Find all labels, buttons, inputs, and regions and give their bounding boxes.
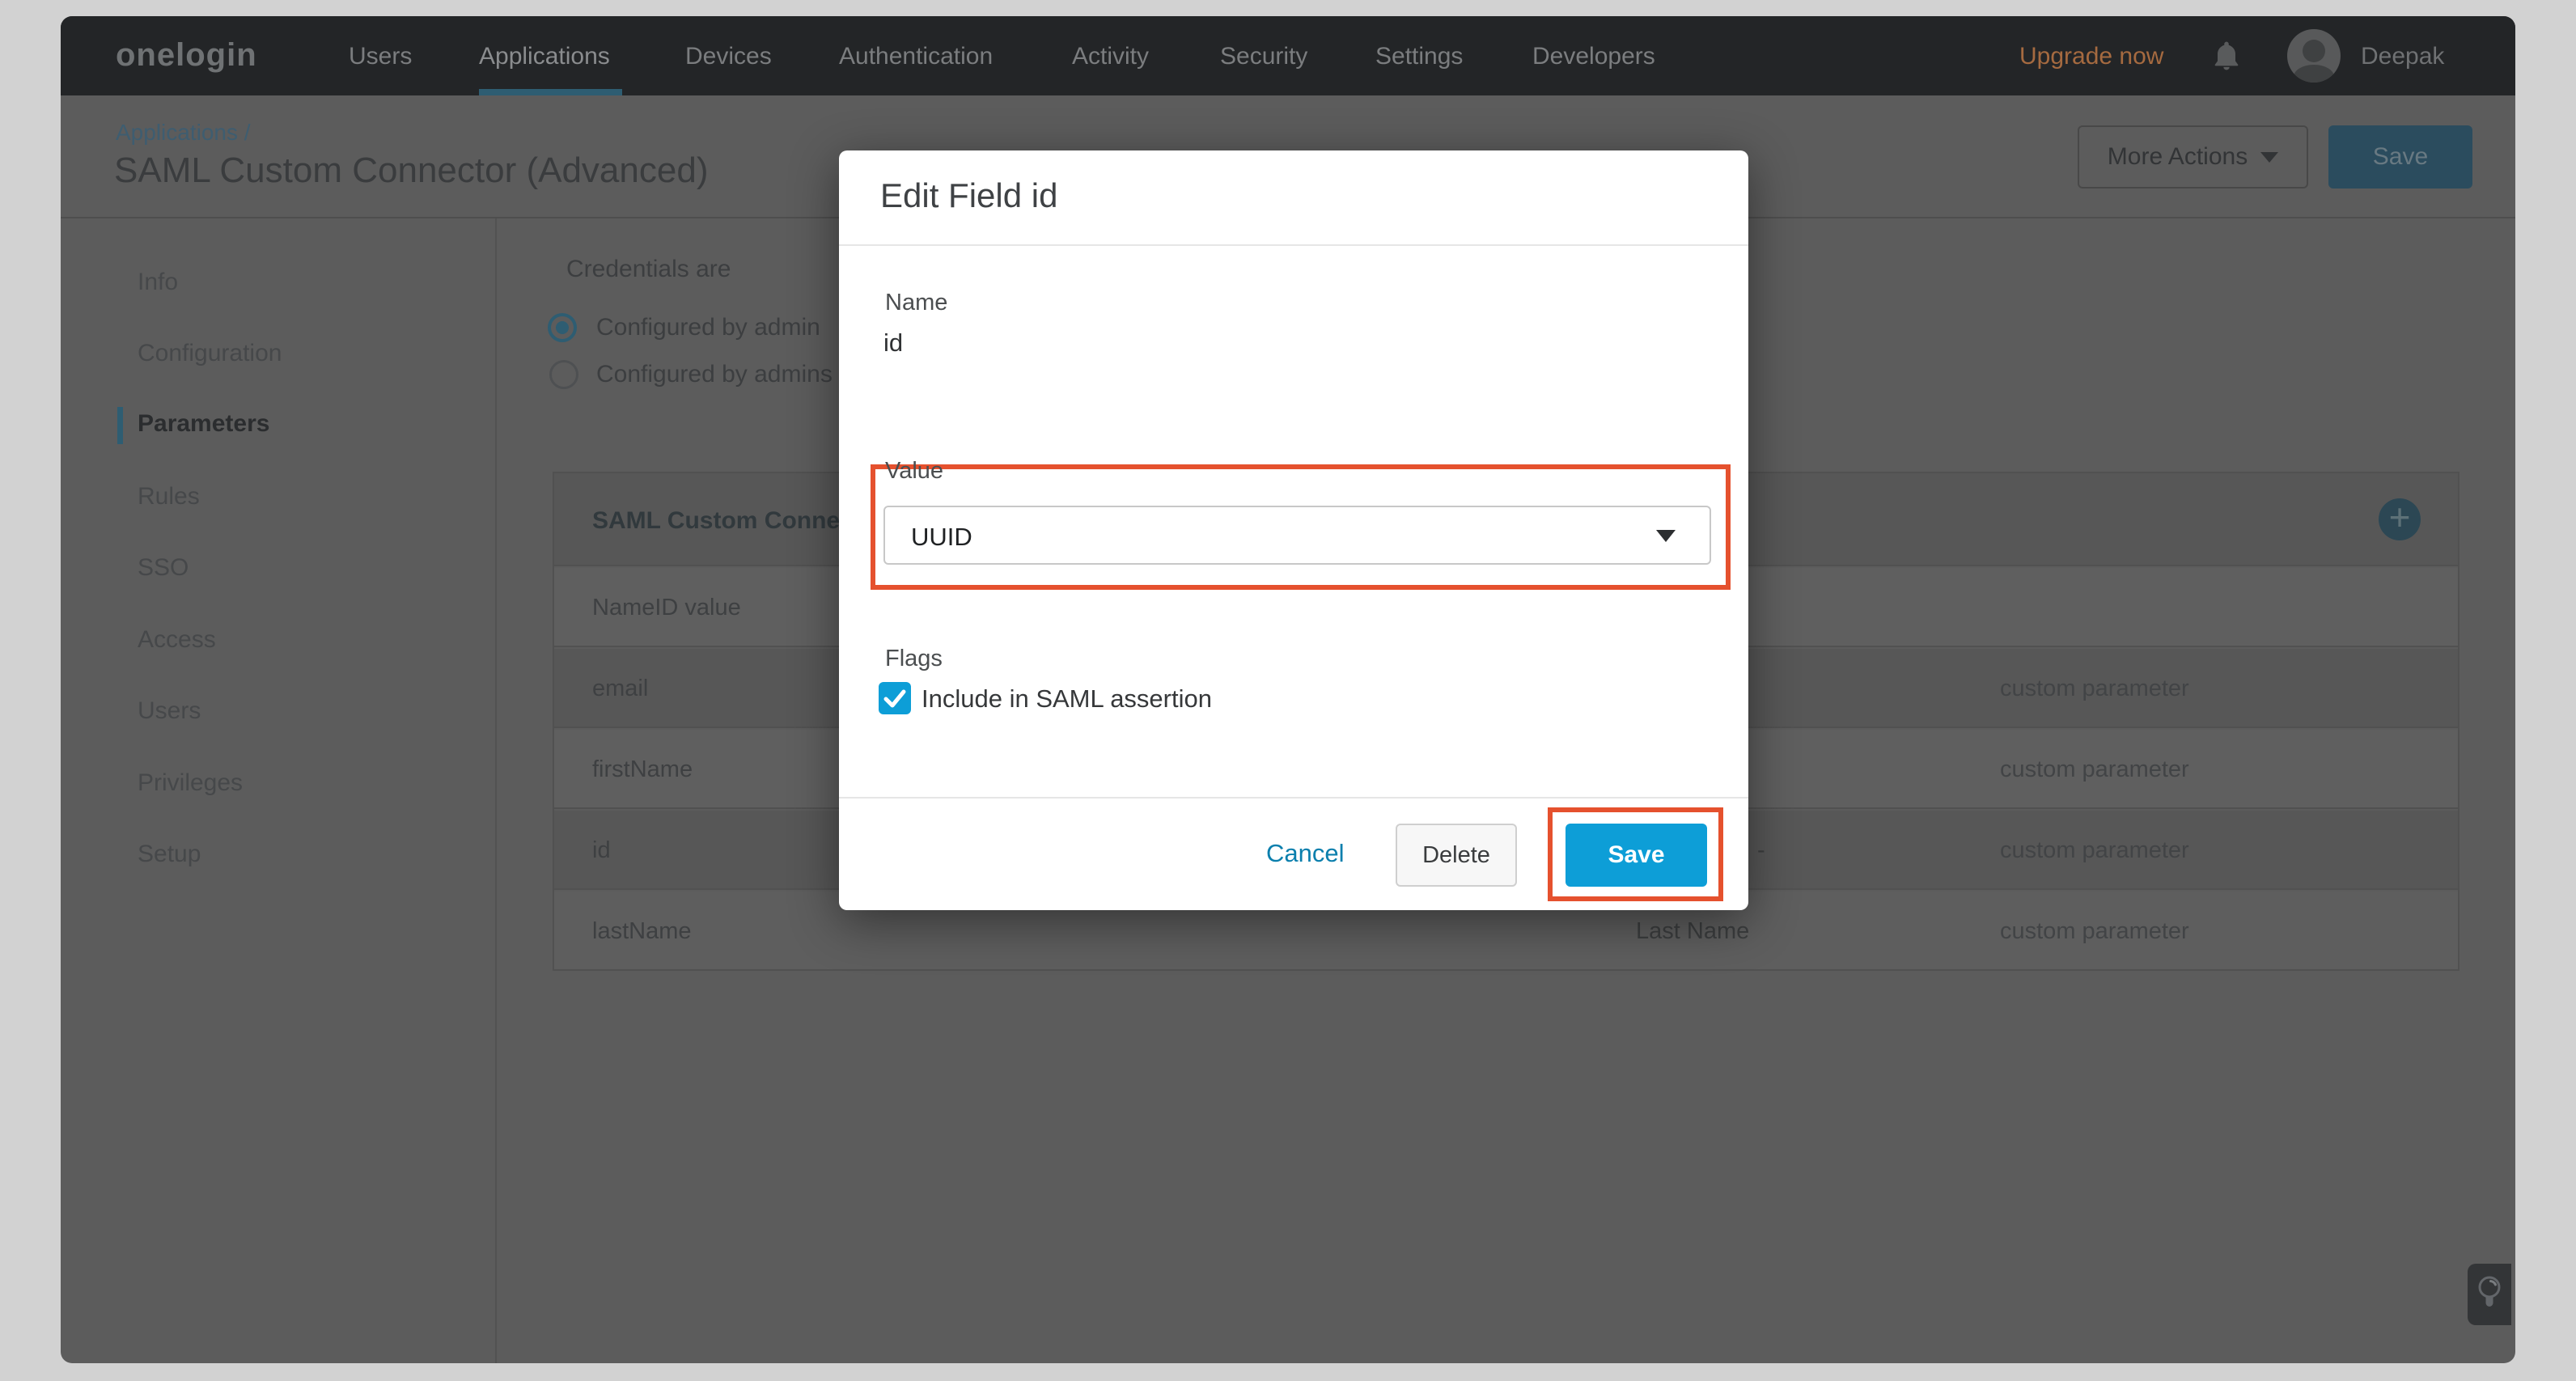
lightbulb-icon xyxy=(2475,1273,2504,1316)
onelogin-logo[interactable]: onelogin xyxy=(116,37,257,74)
sidebar-item-sso[interactable]: SSO xyxy=(138,554,189,582)
param-name: NameID value xyxy=(592,595,741,621)
edit-field-modal: Edit Field id Name id Value UUID Flags I… xyxy=(839,150,1748,910)
nav-item-developers[interactable]: Developers xyxy=(1532,43,1655,70)
nav-item-devices[interactable]: Devices xyxy=(685,43,772,70)
plus-icon: + xyxy=(2389,496,2411,538)
radio-label-admin[interactable]: Configured by admin xyxy=(596,314,820,341)
value-selected-option: UUID xyxy=(911,523,972,552)
nav-item-security[interactable]: Security xyxy=(1220,43,1307,70)
radio-label-admins-users[interactable]: Configured by admins a xyxy=(596,361,853,388)
param-type: custom parameter xyxy=(2000,837,2189,864)
nav-item-applications[interactable]: Applications xyxy=(479,43,610,70)
include-in-saml-checkbox[interactable] xyxy=(879,682,911,714)
user-avatar[interactable] xyxy=(2287,29,2341,83)
name-value: id xyxy=(883,328,903,358)
sidebar-item-info[interactable]: Info xyxy=(138,269,178,296)
checkmark-icon xyxy=(879,682,911,714)
table-header-field-column: SAML Custom Connecto xyxy=(592,507,876,535)
param-name: lastName xyxy=(592,918,692,945)
more-actions-button[interactable]: More Actions xyxy=(2078,125,2308,189)
add-parameter-button[interactable]: + xyxy=(2379,498,2421,540)
param-name: id xyxy=(592,837,611,864)
modal-footer-divider xyxy=(839,797,1748,799)
more-actions-label: More Actions xyxy=(2108,143,2248,171)
sidebar-item-rules[interactable]: Rules xyxy=(138,483,200,510)
header-save-button[interactable]: Save xyxy=(2328,125,2472,189)
select-caret-down-icon xyxy=(1656,530,1676,542)
param-value: - xyxy=(1757,837,1765,864)
param-type: custom parameter xyxy=(2000,756,2189,783)
delete-button[interactable]: Delete xyxy=(1396,824,1517,887)
param-name: firstName xyxy=(592,756,693,783)
user-name[interactable]: Deepak xyxy=(2361,43,2444,70)
radio-configured-by-admin[interactable] xyxy=(548,313,577,342)
sidebar-item-configuration[interactable]: Configuration xyxy=(138,340,282,367)
sidebar-divider xyxy=(495,218,497,1363)
top-nav: onelogin Users Applications Devices Auth… xyxy=(61,16,2515,95)
sidebar-item-setup[interactable]: Setup xyxy=(138,841,201,868)
modal-save-button[interactable]: Save xyxy=(1566,824,1707,887)
avatar-body-icon xyxy=(2294,65,2334,83)
param-type: custom parameter xyxy=(2000,918,2189,945)
active-tab-underline xyxy=(479,89,622,95)
screenshot-stage: onelogin Users Applications Devices Auth… xyxy=(0,0,2576,1381)
modal-title: Edit Field id xyxy=(880,176,1057,215)
sidebar-active-indicator xyxy=(117,407,123,444)
value-label: Value xyxy=(885,458,943,485)
radio-configured-by-admins-and-users[interactable] xyxy=(549,360,578,389)
nav-item-authentication[interactable]: Authentication xyxy=(839,43,993,70)
chevron-down-icon xyxy=(2260,152,2278,163)
param-value: Last Name xyxy=(1636,918,1749,945)
page-title: SAML Custom Connector (Advanced) xyxy=(114,150,708,191)
nav-item-settings[interactable]: Settings xyxy=(1375,43,1463,70)
nav-item-users[interactable]: Users xyxy=(349,43,412,70)
cancel-link[interactable]: Cancel xyxy=(1266,839,1345,868)
include-in-saml-label[interactable]: Include in SAML assertion xyxy=(922,684,1212,714)
param-name: email xyxy=(592,676,648,702)
name-label: Name xyxy=(885,290,947,316)
upgrade-now-link[interactable]: Upgrade now xyxy=(2019,43,2163,70)
avatar-head-icon xyxy=(2303,40,2325,62)
value-select[interactable]: UUID xyxy=(883,506,1711,565)
notifications-bell-icon[interactable] xyxy=(2209,38,2244,75)
flags-label: Flags xyxy=(885,646,943,672)
sidebar-item-access[interactable]: Access xyxy=(138,626,216,654)
modal-title-divider xyxy=(839,244,1748,246)
sidebar-item-users[interactable]: Users xyxy=(138,697,201,725)
help-tile[interactable] xyxy=(2468,1264,2511,1325)
nav-item-activity[interactable]: Activity xyxy=(1072,43,1149,70)
param-type: custom parameter xyxy=(2000,676,2189,702)
breadcrumb[interactable]: Applications / xyxy=(116,120,251,146)
sidebar-item-parameters[interactable]: Parameters xyxy=(138,410,269,438)
credentials-label: Credentials are xyxy=(566,256,731,283)
sidebar-item-privileges[interactable]: Privileges xyxy=(138,769,243,797)
